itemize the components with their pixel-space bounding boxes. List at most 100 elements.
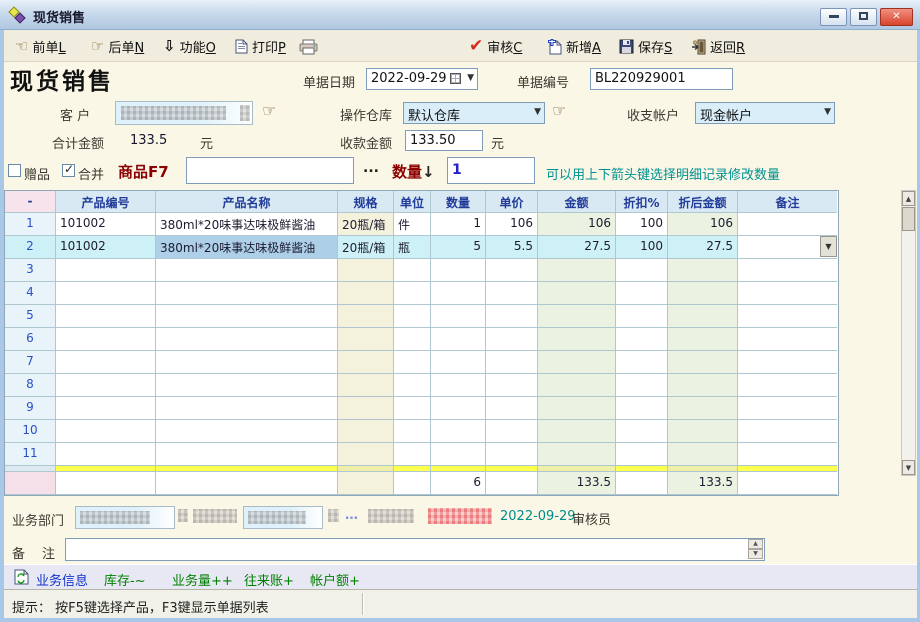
row-number[interactable]: 10 bbox=[5, 420, 56, 443]
row-number[interactable]: 8 bbox=[5, 374, 56, 397]
row-number[interactable]: 4 bbox=[5, 282, 56, 305]
cell-unit[interactable]: 件 bbox=[394, 213, 431, 236]
remark-input[interactable] bbox=[65, 538, 765, 561]
cell-qty[interactable]: 5 bbox=[431, 236, 486, 259]
prev-doc-button[interactable]: ☜ 前单L bbox=[12, 36, 69, 57]
scroll-down-icon[interactable]: ▼ bbox=[902, 460, 915, 475]
refresh-doc-icon[interactable] bbox=[14, 569, 29, 585]
more-button[interactable]: … bbox=[345, 508, 358, 523]
save-button[interactable]: 保存S bbox=[616, 36, 675, 57]
cell-name-focused[interactable]: 380ml*20味事达味极鲜酱油 bbox=[156, 236, 338, 259]
row-number[interactable]: 5 bbox=[5, 305, 56, 328]
warehouse-picker-hand-icon[interactable]: ☞ bbox=[552, 103, 566, 119]
scrollbar-thumb[interactable] bbox=[902, 207, 915, 231]
audit-button[interactable]: ✔ 审核C bbox=[466, 36, 525, 57]
received-amount-input[interactable]: 133.50 bbox=[405, 130, 483, 151]
current-account-link[interactable]: 往来账+ bbox=[244, 570, 294, 589]
cell-price[interactable]: 5.5 bbox=[486, 236, 538, 259]
close-button[interactable]: ✕ bbox=[880, 8, 913, 26]
scroll-up-icon[interactable]: ▲ bbox=[902, 191, 915, 206]
cell-final[interactable]: 27.5 bbox=[668, 236, 738, 259]
cell-spec[interactable]: 20瓶/箱 bbox=[338, 213, 394, 236]
product-f7-label: 商品F7 bbox=[118, 161, 169, 182]
add-button[interactable]: 新增A bbox=[544, 36, 604, 57]
table-row[interactable]: 1 101002 380ml*20味事达味极鲜酱油 20瓶/箱 件 1 106 … bbox=[5, 213, 838, 236]
table-row[interactable]: 11 bbox=[5, 443, 838, 466]
cell-code[interactable]: 101002 bbox=[56, 236, 156, 259]
minimize-button[interactable] bbox=[820, 8, 847, 26]
next-doc-button[interactable]: ☞ 后单N bbox=[88, 36, 147, 57]
doc-no-input[interactable]: BL220929001 bbox=[590, 68, 733, 90]
doc-no-label: 单据编号 bbox=[517, 72, 569, 91]
cell-spec[interactable]: 20瓶/箱 bbox=[338, 236, 394, 259]
total-final-amount: 133.5 bbox=[668, 472, 738, 495]
row-number[interactable]: 6 bbox=[5, 328, 56, 351]
gift-checkbox[interactable] bbox=[8, 164, 21, 177]
row-number[interactable]: 1 bbox=[5, 213, 56, 236]
cell-amount[interactable]: 106 bbox=[538, 213, 616, 236]
clerk-select[interactable] bbox=[243, 506, 323, 529]
account-select[interactable]: 现金帐户 ▼ bbox=[695, 102, 835, 124]
customer-picker-hand-icon[interactable]: ☞ bbox=[262, 103, 276, 119]
doc-date-input[interactable]: 2022-09-29 ▼ bbox=[366, 68, 478, 90]
row-number[interactable]: 2 bbox=[5, 236, 56, 259]
ellipsis-button[interactable]: ... bbox=[363, 160, 379, 176]
customer-input[interactable] bbox=[115, 101, 253, 125]
chevron-down-icon[interactable]: ▼ bbox=[534, 107, 541, 117]
printer-icon[interactable] bbox=[296, 36, 322, 57]
cell-unit[interactable]: 瓶 bbox=[394, 236, 431, 259]
remark-label: 注 bbox=[42, 543, 55, 562]
col-header-discount: 折扣% bbox=[616, 191, 668, 213]
table-row[interactable]: 9 bbox=[5, 397, 838, 420]
table-header-row: - 产品编号 产品名称 规格 单位 数量 单价 金额 折扣% 折后金额 备注 bbox=[5, 191, 838, 213]
cell-code[interactable]: 101002 bbox=[56, 213, 156, 236]
return-button[interactable]: 返回R bbox=[688, 36, 748, 57]
maximize-button[interactable] bbox=[850, 8, 877, 26]
chevron-down-icon[interactable]: ▼ bbox=[824, 107, 831, 117]
quantity-input[interactable]: 1 bbox=[447, 157, 535, 184]
window-border-bottom bbox=[0, 618, 920, 622]
hand-left-icon: ☜ bbox=[15, 39, 28, 54]
table-row[interactable]: 8 bbox=[5, 374, 838, 397]
spin-up-icon[interactable]: ▲ bbox=[748, 539, 763, 549]
table-vertical-scrollbar[interactable]: ▲ ▼ bbox=[901, 190, 916, 476]
stock-link[interactable]: 库存-~ bbox=[104, 570, 146, 589]
merge-checkbox[interactable] bbox=[62, 164, 75, 177]
business-info-link[interactable]: 业务信息 bbox=[36, 570, 88, 589]
row-number[interactable]: 7 bbox=[5, 351, 56, 374]
account-amount-link[interactable]: 帐户额+ bbox=[310, 570, 360, 589]
table-row[interactable]: 10 bbox=[5, 420, 838, 443]
cell-amount[interactable]: 27.5 bbox=[538, 236, 616, 259]
table-row[interactable]: 4 bbox=[5, 282, 838, 305]
table-row-selected[interactable]: 2 101002 380ml*20味事达味极鲜酱油 20瓶/箱 瓶 5 5.5 … bbox=[5, 236, 838, 259]
function-menu-button[interactable]: ⇩ 功能O bbox=[160, 36, 219, 57]
table-row[interactable]: 7 bbox=[5, 351, 838, 374]
department-select[interactable] bbox=[75, 506, 175, 529]
product-search-input[interactable] bbox=[186, 157, 354, 184]
cell-discount[interactable]: 100 bbox=[616, 213, 668, 236]
table-row[interactable]: 6 bbox=[5, 328, 838, 351]
cell-remark[interactable]: ▼ bbox=[738, 236, 837, 259]
cell-name[interactable]: 380ml*20味事达味极鲜酱油 bbox=[156, 213, 338, 236]
warehouse-select[interactable]: 默认仓库 ▼ bbox=[403, 102, 545, 124]
col-header-remark: 备注 bbox=[738, 191, 837, 213]
chevron-down-icon[interactable]: ▼ bbox=[467, 73, 474, 83]
print-button[interactable]: 打印P bbox=[232, 36, 289, 57]
cell-qty[interactable]: 1 bbox=[431, 213, 486, 236]
cell-discount[interactable]: 100 bbox=[616, 236, 668, 259]
business-volume-link[interactable]: 业务量++ bbox=[172, 570, 233, 589]
cell-price[interactable]: 106 bbox=[486, 213, 538, 236]
table-row[interactable]: 3 bbox=[5, 259, 838, 282]
row-number[interactable]: 11 bbox=[5, 443, 56, 466]
remark-dropdown-button[interactable]: ▼ bbox=[820, 236, 837, 257]
cell-remark[interactable] bbox=[738, 213, 837, 236]
row-number[interactable]: 9 bbox=[5, 397, 56, 420]
remark-spinner[interactable]: ▲▼ bbox=[748, 539, 763, 559]
cell-final[interactable]: 106 bbox=[668, 213, 738, 236]
redacted-maker-name bbox=[428, 508, 492, 524]
spin-down-icon[interactable]: ▼ bbox=[748, 549, 763, 559]
down-arrow-icon: ↓ bbox=[422, 163, 435, 181]
row-number[interactable]: 3 bbox=[5, 259, 56, 282]
table-row[interactable]: 5 bbox=[5, 305, 838, 328]
totals-row: 6 133.5 133.5 bbox=[5, 472, 838, 495]
